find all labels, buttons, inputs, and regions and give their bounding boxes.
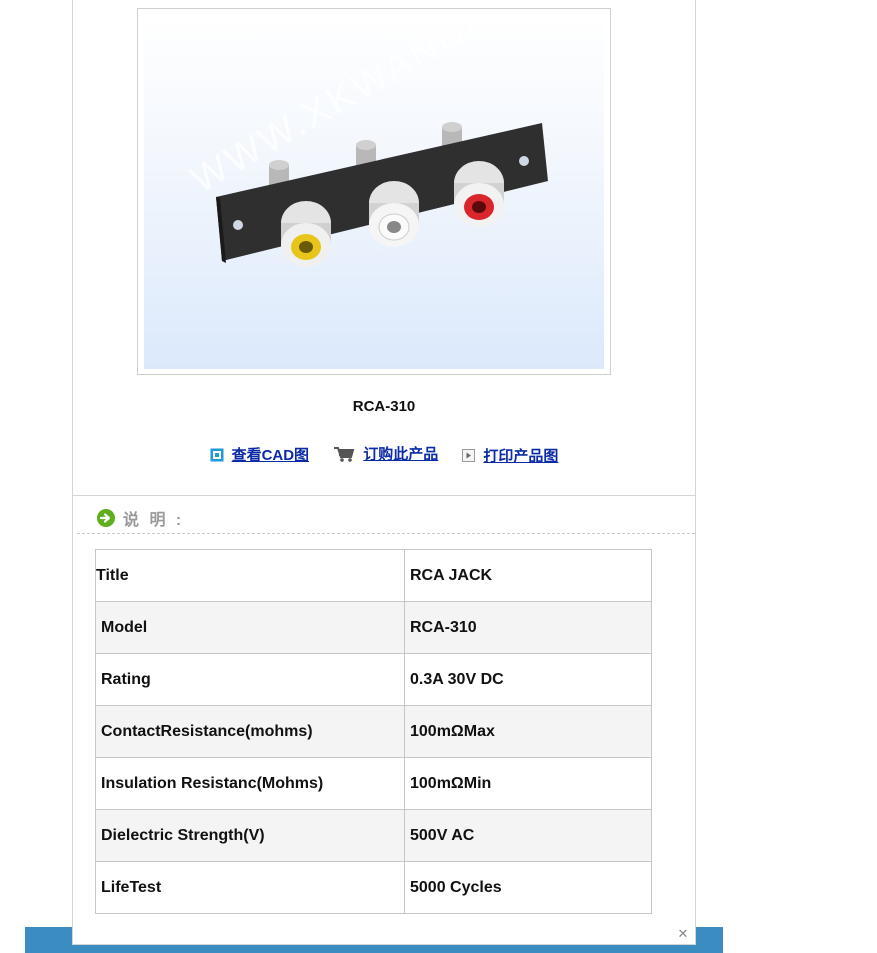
table-row: Rating 0.3A 30V DC — [95, 653, 652, 706]
print-product-action: 打印产品图 — [462, 445, 558, 466]
play-arrow-icon — [462, 448, 476, 462]
product-actions: 查看CAD图 订购此产品 打印产品图 — [73, 443, 695, 466]
spec-value: RCA-310 — [404, 601, 652, 654]
view-cad-action: 查看CAD图 — [210, 444, 310, 465]
description-title: 说 明 : — [123, 512, 185, 529]
spec-key: Rating — [95, 653, 405, 706]
table-row: Title RCA JACK — [95, 549, 652, 602]
product-model-caption: RCA-310 — [352, 398, 416, 415]
order-product-action: 订购此产品 — [333, 443, 438, 464]
spec-value: 0.3A 30V DC — [404, 653, 652, 706]
dotted-divider — [77, 533, 695, 534]
spec-key: Insulation Resistanc(Mohms) — [95, 757, 405, 810]
product-panel: WWW.XKWANDA.NET RCA-310 查看CAD图 订购此产品 打印产… — [72, 0, 696, 945]
table-row: Model RCA-310 — [95, 601, 652, 654]
table-row: Insulation Resistanc(Mohms) 100mΩMin — [95, 757, 652, 810]
spec-value: 100mΩMax — [404, 705, 652, 758]
spec-value: 5000 Cycles — [404, 861, 652, 914]
green-arrow-circle-icon — [97, 509, 115, 527]
spec-table: Title RCA JACK Model RCA-310 Rating 0.3A… — [95, 549, 652, 914]
spec-value: 100mΩMin — [404, 757, 652, 810]
spec-key: ContactResistance(mohms) — [95, 705, 405, 758]
table-row: Dielectric Strength(V) 500V AC — [95, 809, 652, 862]
spec-key: Model — [95, 601, 405, 654]
cad-view-icon — [210, 448, 224, 461]
section-divider — [73, 495, 695, 496]
order-product-link[interactable]: 订购此产品 — [363, 443, 438, 464]
product-image: WWW.XKWANDA.NET — [144, 15, 604, 369]
close-icon[interactable]: ✕ — [676, 927, 690, 941]
shopping-cart-icon — [334, 446, 355, 462]
spec-value: RCA JACK — [404, 549, 652, 602]
view-cad-link[interactable]: 查看CAD图 — [232, 444, 310, 465]
table-row: LifeTest 5000 Cycles — [95, 861, 652, 914]
spec-value: 500V AC — [404, 809, 652, 862]
product-image-frame: WWW.XKWANDA.NET — [137, 8, 611, 375]
spec-key: Dielectric Strength(V) — [95, 809, 405, 862]
print-product-link[interactable]: 打印产品图 — [483, 445, 558, 466]
table-row: ContactResistance(mohms) 100mΩMax — [95, 705, 652, 758]
spec-key: LifeTest — [95, 861, 405, 914]
description-header: 说 明 : — [97, 506, 184, 530]
spec-key: Title — [95, 549, 405, 602]
